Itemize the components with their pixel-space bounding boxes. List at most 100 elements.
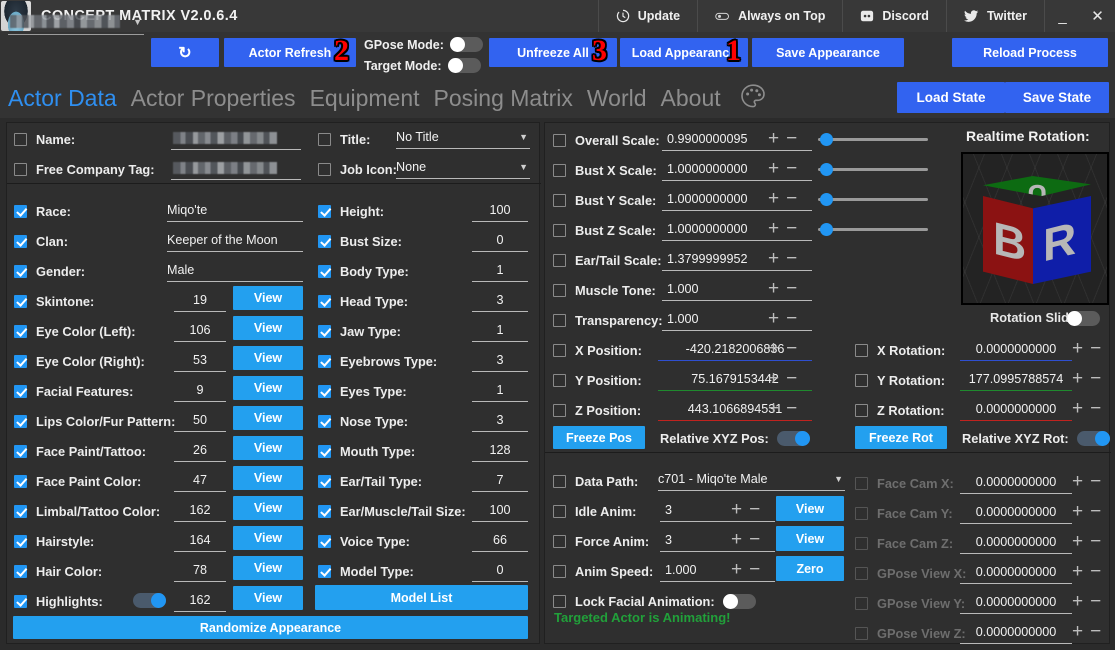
eyes-type-checkbox[interactable] (318, 384, 331, 398)
force-anim-checkbox[interactable] (553, 534, 566, 548)
increment-button[interactable]: + (1072, 562, 1083, 581)
increment-button[interactable]: + (1072, 472, 1083, 491)
increment-button[interactable]: + (1072, 592, 1083, 611)
lips-color-fur-pattern-checkbox[interactable] (14, 414, 27, 428)
decrement-button[interactable]: − (786, 279, 797, 298)
limbal-tattoo-color-view-button[interactable]: View (233, 496, 303, 520)
decrement-button[interactable]: − (786, 129, 797, 148)
clan-input[interactable]: Keeper of the Moon (167, 229, 303, 252)
gpose-view-z-checkbox[interactable] (855, 626, 868, 640)
eyebrows-type-checkbox[interactable] (318, 354, 331, 368)
gender-input[interactable]: Male (167, 259, 303, 282)
gpose-view-y-input[interactable]: 0.0000000000 (960, 591, 1072, 614)
hair-color-input[interactable]: 78 (174, 559, 226, 582)
idle-anim-checkbox[interactable] (553, 504, 566, 518)
increment-button[interactable]: + (768, 249, 779, 268)
increment-button[interactable]: + (768, 339, 779, 358)
z-position-checkbox[interactable] (553, 403, 566, 417)
data-path-checkbox[interactable] (553, 474, 566, 488)
face-cam-x-input[interactable]: 0.0000000000 (960, 471, 1072, 494)
tab-actor-data[interactable]: Actor Data (8, 85, 117, 112)
voice-type-checkbox[interactable] (318, 534, 331, 548)
eye-color-left-input[interactable]: 106 (174, 319, 226, 342)
randomize-appearance-button[interactable]: Randomize Appearance (13, 616, 528, 639)
decrement-button[interactable]: − (1090, 532, 1101, 551)
save-appearance-button[interactable]: Save Appearance (752, 38, 904, 67)
body-type-checkbox[interactable] (318, 264, 331, 278)
z-rotation-input[interactable]: 0.0000000000 (960, 398, 1072, 421)
clan-checkbox[interactable] (14, 234, 27, 248)
increment-button[interactable]: + (1072, 532, 1083, 551)
increment-button[interactable]: + (1072, 369, 1083, 388)
increment-button[interactable]: + (731, 500, 742, 519)
eye-color-right-checkbox[interactable] (14, 354, 27, 368)
increment-button[interactable]: + (768, 369, 779, 388)
increment-button[interactable]: + (1072, 399, 1083, 418)
head-type-checkbox[interactable] (318, 294, 331, 308)
face-paint-tattoo-checkbox[interactable] (14, 444, 27, 458)
job-icon-checkbox[interactable] (318, 162, 331, 176)
increment-button[interactable]: + (1072, 622, 1083, 641)
jaw-type-input[interactable]: 1 (472, 319, 528, 342)
close-button[interactable]: ✕ (1080, 0, 1115, 32)
hairstyle-view-button[interactable]: View (233, 526, 303, 550)
face-cam-y-checkbox[interactable] (855, 506, 868, 520)
gpose-mode-toggle[interactable] (449, 37, 483, 52)
free-company-tag-input[interactable] (171, 157, 301, 180)
job-icon-dropdown[interactable]: None ▼ (396, 156, 530, 179)
face-paint-color-input[interactable]: 47 (174, 469, 226, 492)
rotation-sliders-toggle[interactable] (1067, 311, 1100, 326)
model-type-input[interactable]: 0 (472, 559, 528, 582)
race-input[interactable]: Miqo'te (167, 199, 303, 222)
y-position-checkbox[interactable] (553, 373, 566, 387)
eye-color-right-input[interactable]: 53 (174, 349, 226, 372)
decrement-button[interactable]: − (749, 500, 760, 519)
increment-button[interactable]: + (768, 219, 779, 238)
freeze-pos-button[interactable]: Freeze Pos (553, 426, 645, 449)
facial-features-checkbox[interactable] (14, 384, 27, 398)
height-input[interactable]: 100 (472, 199, 528, 222)
decrement-button[interactable]: − (1090, 592, 1101, 611)
gpose-view-x-checkbox[interactable] (855, 566, 868, 580)
z-rotation-checkbox[interactable] (855, 403, 868, 417)
tab-actor-properties[interactable]: Actor Properties (131, 85, 296, 112)
ear-tail-type-checkbox[interactable] (318, 474, 331, 488)
bust-y-scale-slider[interactable] (818, 192, 928, 206)
face-cam-x-checkbox[interactable] (855, 476, 868, 490)
eye-color-left-checkbox[interactable] (14, 324, 27, 338)
bust-size-checkbox[interactable] (318, 234, 331, 248)
body-type-input[interactable]: 1 (472, 259, 528, 282)
y-rotation-input[interactable]: 177.0995788574 (960, 368, 1072, 391)
face-cam-y-input[interactable]: 0.0000000000 (960, 501, 1072, 524)
nose-type-input[interactable]: 3 (472, 409, 528, 432)
muscle-tone-checkbox[interactable] (553, 283, 566, 297)
tab-about[interactable]: About (661, 85, 721, 112)
decrement-button[interactable]: − (1090, 339, 1101, 358)
palette-icon[interactable] (739, 82, 767, 115)
decrement-button[interactable]: − (749, 530, 760, 549)
unfreeze-all-button[interactable]: Unfreeze All (489, 38, 617, 67)
increment-button[interactable]: + (768, 399, 779, 418)
transparency-checkbox[interactable] (553, 313, 566, 327)
hair-color-view-button[interactable]: View (233, 556, 303, 580)
bust-z-scale-checkbox[interactable] (553, 223, 566, 237)
minimize-button[interactable]: _ (1045, 0, 1080, 32)
title-dropdown[interactable]: No Title ▼ (396, 126, 530, 149)
limbal-tattoo-color-checkbox[interactable] (14, 504, 27, 518)
increment-button[interactable]: + (1072, 339, 1083, 358)
lips-color-fur-pattern-view-button[interactable]: View (233, 406, 303, 430)
model-type-checkbox[interactable] (318, 564, 331, 578)
lock-facial-animation-checkbox[interactable] (553, 594, 566, 608)
eye-color-left-view-button[interactable]: View (233, 316, 303, 340)
bust-z-scale-slider-thumb[interactable] (820, 222, 834, 236)
decrement-button[interactable]: − (749, 560, 760, 579)
highlights-view-button[interactable]: View (233, 586, 303, 610)
model-list-button[interactable]: Model List (315, 585, 528, 610)
tab-posing-matrix[interactable]: Posing Matrix (434, 85, 573, 112)
name-input[interactable] (171, 127, 301, 150)
bust-y-scale-slider-thumb[interactable] (820, 192, 834, 206)
data-path-dropdown[interactable]: c701 - Miqo'te Male ▼ (658, 468, 845, 491)
relative-rot-toggle[interactable] (1076, 430, 1110, 446)
bust-x-scale-checkbox[interactable] (553, 163, 566, 177)
menu-item-discord[interactable]: Discord (842, 0, 946, 32)
